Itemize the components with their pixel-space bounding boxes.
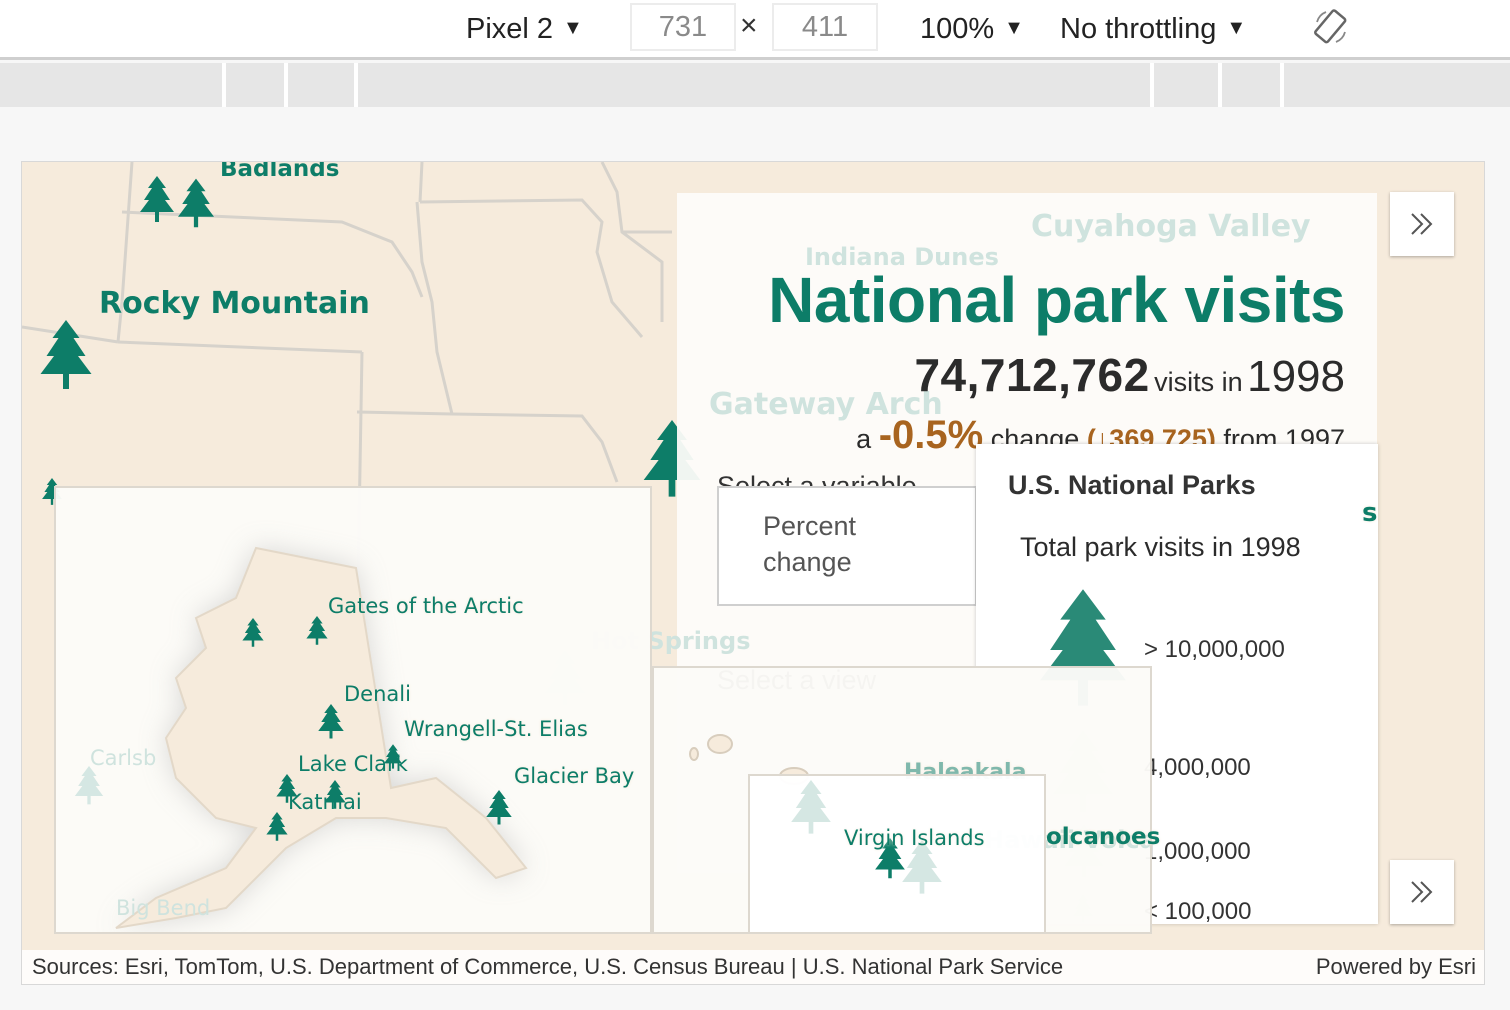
media-query-divider <box>1150 63 1154 107</box>
park-label-rocky-mountain[interactable]: Rocky Mountain <box>99 286 370 321</box>
alaska-shape <box>115 546 528 929</box>
park-label-denali[interactable]: Denali <box>344 682 411 706</box>
legend-title: U.S. National Parks <box>1008 470 1256 500</box>
park-label-glacier-bay[interactable]: Glacier Bay <box>514 764 634 788</box>
park-label-everglades[interactable]: s <box>1362 498 1377 528</box>
double-chevron-right-icon <box>1411 213 1433 235</box>
park-label-cuyahoga: Cuyahoga Valley <box>1031 209 1311 244</box>
expand-legend-button[interactable] <box>1390 860 1454 924</box>
caret-down-icon: ▼ <box>563 17 583 39</box>
button-label-line2: change <box>763 547 852 577</box>
expand-panel-button[interactable] <box>1390 192 1454 256</box>
variable-percent-change-button[interactable]: Percent change <box>717 486 977 606</box>
height-input[interactable]: 411 <box>772 3 878 51</box>
park-tree-icon[interactable] <box>486 790 512 826</box>
park-tree-icon[interactable] <box>140 176 174 224</box>
park-tree-icon[interactable] <box>384 744 402 770</box>
park-tree-icon[interactable] <box>38 320 94 392</box>
park-label-virgin-islands[interactable]: Virgin Islands <box>844 826 985 850</box>
change-prefix: a <box>856 424 872 454</box>
park-tree-icon <box>791 780 831 834</box>
park-tree-icon[interactable] <box>266 812 288 842</box>
attribution-sources[interactable]: Sources: Esri, TomTom, U.S. Department o… <box>32 954 1063 979</box>
media-query-divider <box>1218 63 1222 107</box>
rotate-icon[interactable] <box>1312 8 1350 46</box>
button-label-line1: Percent <box>763 511 857 541</box>
legend-class-4: < 100,000 <box>1144 898 1252 925</box>
map-viewport[interactable]: Badlands Rocky Mountain Cuyahoga Valley … <box>21 161 1485 985</box>
media-query-divider <box>284 63 288 107</box>
times-separator: × <box>740 9 758 42</box>
legend-class-1: > 10,000,000 <box>1144 636 1285 663</box>
park-label-badlands[interactable]: Badlands <box>220 162 339 182</box>
width-input[interactable]: 731 <box>630 3 736 51</box>
total-visits-value: 74,712,762 <box>914 349 1150 401</box>
alaska-inset-map[interactable]: Gates of the Arctic Denali Wrangell-St. … <box>54 486 652 934</box>
zoom-value: 100% <box>920 13 995 45</box>
zoom-select[interactable]: 100% ▼ <box>920 8 1024 49</box>
throttling-select[interactable]: No throttling ▼ <box>1060 8 1246 49</box>
park-tree-icon[interactable] <box>324 780 346 810</box>
park-tree-icon[interactable] <box>178 178 214 230</box>
caret-down-icon: ▼ <box>1226 17 1247 39</box>
legend-subtitle: Total park visits in 1998 <box>1020 532 1301 562</box>
device-select[interactable]: Pixel 2 ▼ <box>466 8 583 49</box>
park-tree-icon[interactable] <box>242 618 264 648</box>
media-query-divider <box>354 63 358 107</box>
park-label-hawaii-volcanoes-visible: olcanoes <box>1046 824 1161 850</box>
change-percent: -0.5% <box>878 413 984 457</box>
map-attribution: Sources: Esri, TomTom, U.S. Department o… <box>22 950 1484 984</box>
media-query-divider <box>222 63 226 107</box>
device-toolbar: Pixel 2 ▼ 731 × 411 100% ▼ No throttling ▼ <box>0 0 1510 60</box>
park-label-big-bend: Big Bend <box>116 896 211 920</box>
park-tree-icon[interactable] <box>318 704 344 740</box>
year-value: 1998 <box>1247 352 1345 401</box>
park-tree-icon <box>74 766 104 805</box>
park-tree-icon[interactable] <box>306 616 328 646</box>
total-visits-line: 74,712,762 visits in 1998 <box>914 348 1345 402</box>
park-tree-icon[interactable] <box>276 774 298 804</box>
visits-in-text: visits in <box>1154 367 1243 397</box>
throttling-value: No throttling <box>1060 13 1217 45</box>
powered-by-esri-link[interactable]: Powered by Esri <box>1316 950 1476 984</box>
media-query-divider <box>1280 63 1284 107</box>
double-chevron-right-icon <box>1411 881 1433 903</box>
page-title: National park visits <box>768 264 1345 336</box>
park-label-wrangell-st-elias[interactable]: Wrangell-St. Elias <box>404 717 588 741</box>
park-label-gates-of-the-arctic[interactable]: Gates of the Arctic <box>328 594 524 618</box>
legend-class-2: 4,000,000 <box>1144 754 1251 781</box>
caret-down-icon: ▼ <box>1004 17 1024 39</box>
device-name: Pixel 2 <box>466 13 554 45</box>
virgin-islands-inset-map[interactable]: Virgin Islands <box>748 774 1046 934</box>
media-query-bar <box>0 63 1510 107</box>
